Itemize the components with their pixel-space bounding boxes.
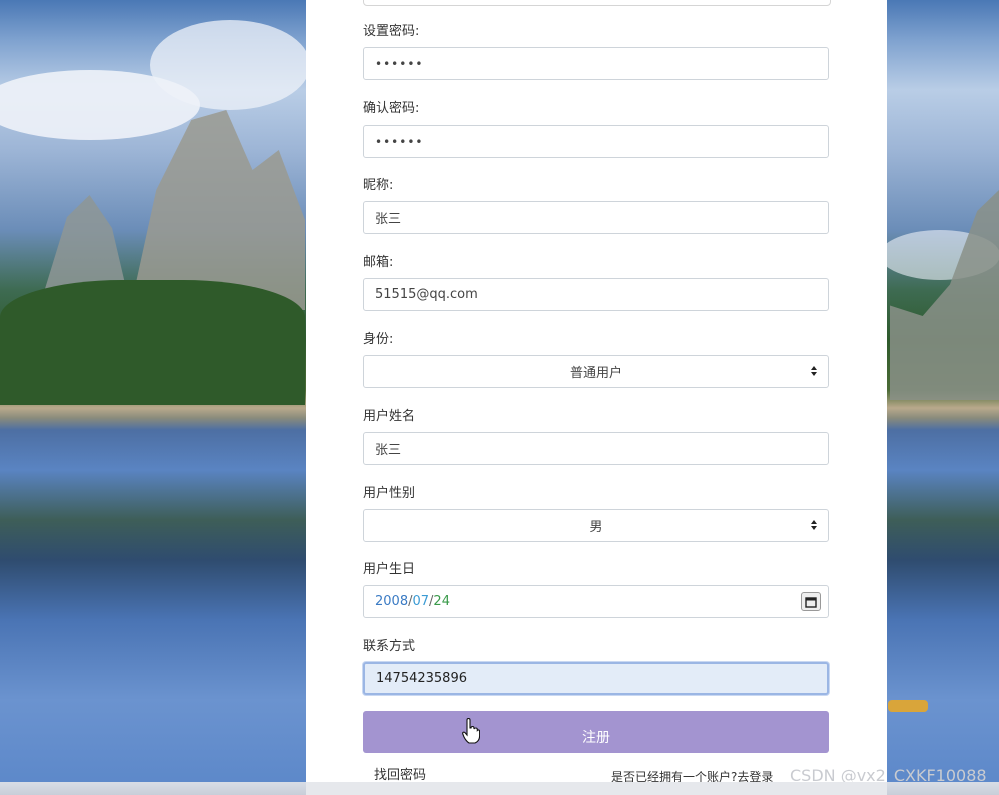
email-input[interactable]: 51515@qq.com bbox=[363, 278, 829, 311]
role-value: 普通用户 bbox=[569, 366, 622, 381]
set-password-value: •••••• bbox=[375, 56, 424, 71]
email-value: 51515@qq.com bbox=[375, 287, 478, 302]
real-name-label: 用户姓名 bbox=[363, 409, 416, 424]
set-password-input[interactable]: •••••• bbox=[363, 47, 829, 80]
birthday-year[interactable]: 2008 bbox=[375, 594, 408, 609]
tree-line bbox=[0, 280, 305, 405]
raft bbox=[888, 700, 928, 712]
phone-input[interactable]: 14754235896 bbox=[363, 662, 829, 695]
birthday-month[interactable]: 07 bbox=[412, 594, 429, 609]
calendar-icon[interactable] bbox=[801, 592, 821, 611]
birthday-day[interactable]: 24 bbox=[433, 594, 450, 609]
select-arrows-icon bbox=[810, 520, 818, 532]
nickname-value: 张三 bbox=[375, 212, 402, 227]
nickname-input[interactable]: 张三 bbox=[363, 201, 829, 234]
forgot-password-link[interactable]: 找回密码 bbox=[374, 764, 426, 783]
birthday-label: 用户生日 bbox=[363, 562, 416, 577]
confirm-password-input[interactable]: •••••• bbox=[363, 125, 829, 158]
gender-label: 用户性别 bbox=[363, 486, 416, 501]
role-label: 身份: bbox=[363, 332, 394, 347]
cloud bbox=[150, 20, 310, 110]
scrollbar-thumb[interactable] bbox=[306, 782, 887, 795]
gender-select[interactable]: 男 bbox=[363, 509, 829, 542]
role-select[interactable]: 普通用户 bbox=[363, 355, 829, 388]
horizontal-scrollbar[interactable] bbox=[0, 782, 999, 795]
select-arrows-icon bbox=[810, 366, 818, 378]
real-name-input[interactable]: 张三 bbox=[363, 432, 829, 465]
confirm-password-label: 确认密码: bbox=[363, 101, 420, 116]
gender-value: 男 bbox=[589, 520, 603, 535]
hand-pointer-icon bbox=[462, 718, 480, 744]
register-button-label: 注册 bbox=[582, 730, 610, 746]
set-password-label: 设置密码: bbox=[363, 24, 420, 39]
email-label: 邮箱: bbox=[363, 255, 394, 270]
phone-value: 14754235896 bbox=[376, 671, 467, 686]
previous-field-edge bbox=[363, 0, 831, 6]
phone-label: 联系方式 bbox=[363, 639, 416, 654]
real-name-value: 张三 bbox=[375, 443, 402, 458]
confirm-password-value: •••••• bbox=[375, 134, 424, 149]
nickname-label: 昵称: bbox=[363, 178, 394, 193]
register-button[interactable]: 注册 bbox=[363, 711, 829, 753]
birthday-date-input[interactable]: 2008/07/24 bbox=[363, 585, 829, 618]
